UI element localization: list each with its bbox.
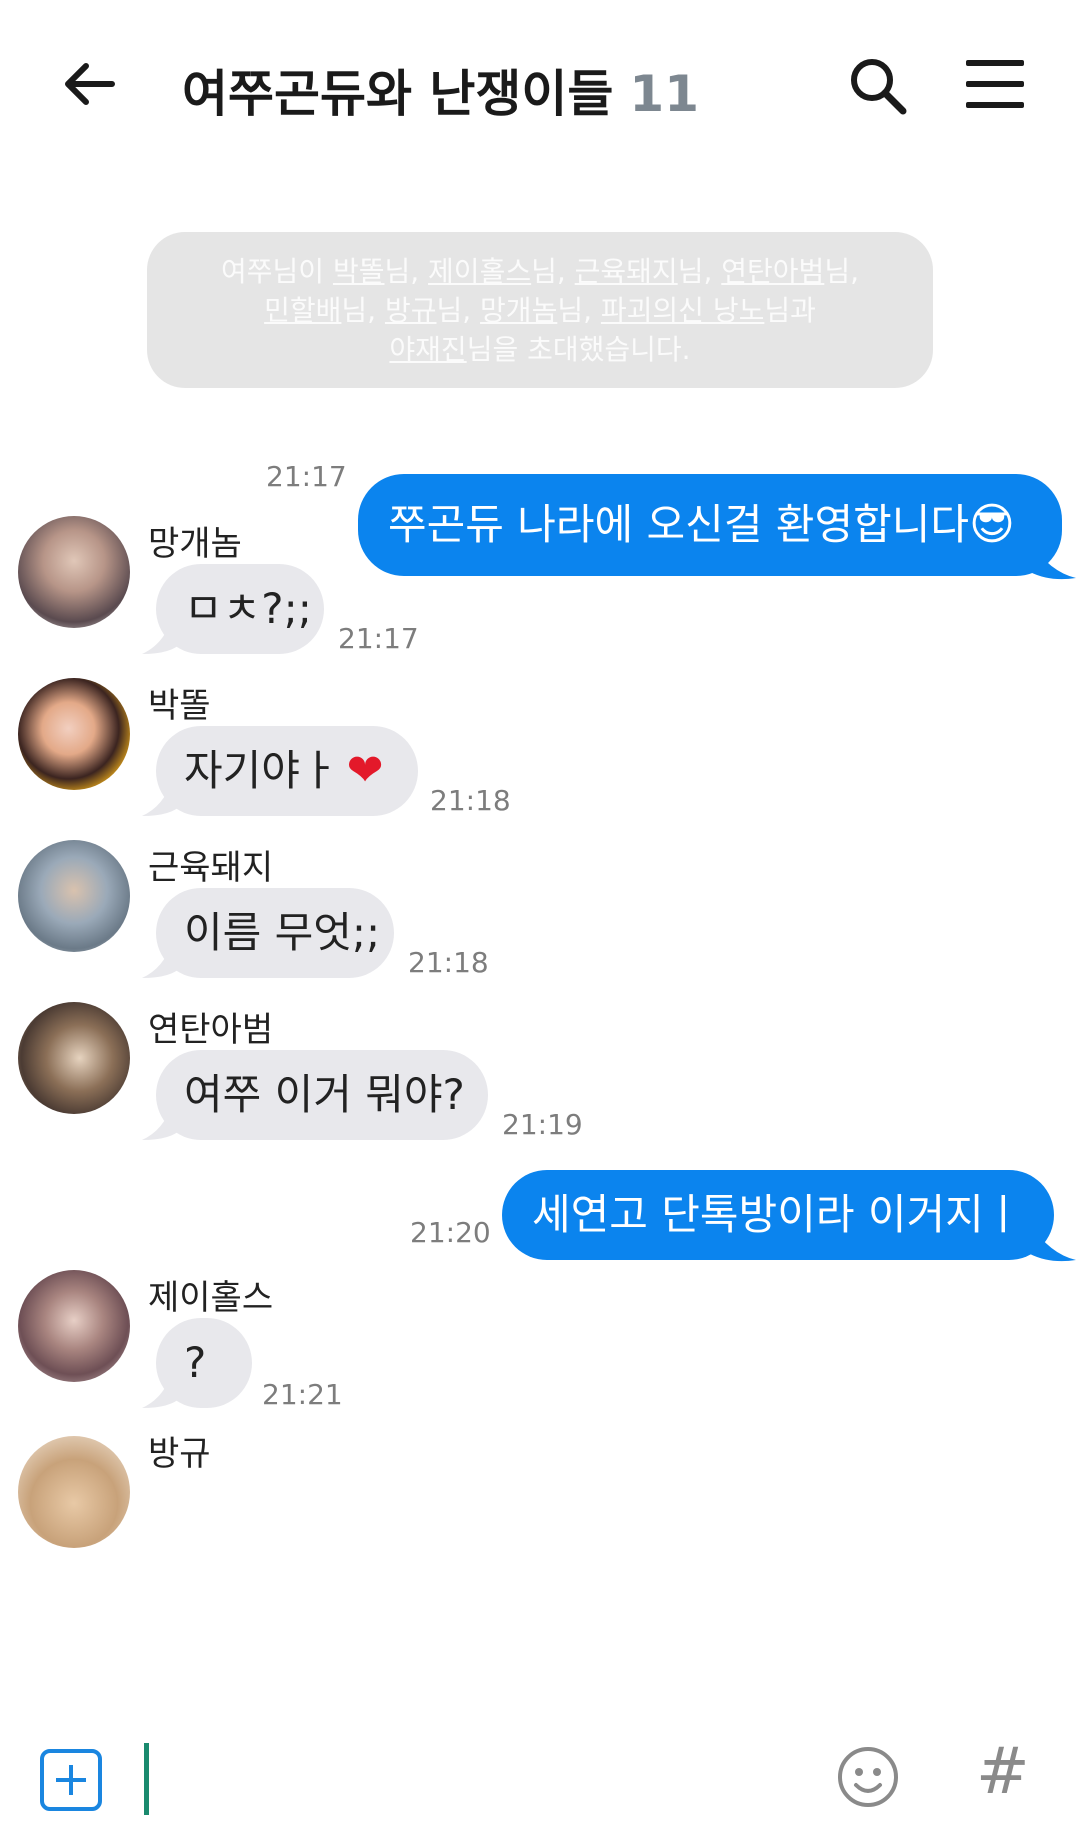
- text-cursor: [144, 1743, 149, 1815]
- invited-user-link[interactable]: 연탄아범: [721, 255, 824, 288]
- sender-name: 박똘: [148, 686, 211, 726]
- received-message-bubble[interactable]: 이름 무엇;;: [156, 888, 394, 978]
- sender-name: 제이홀스: [148, 1278, 274, 1318]
- avatar[interactable]: [18, 516, 130, 628]
- sender-name: 방규: [148, 1434, 211, 1474]
- message-text: 이름 무엇;;: [184, 908, 381, 957]
- message-time: 21:20: [410, 1216, 491, 1249]
- invited-user-link[interactable]: 야재진: [389, 333, 466, 366]
- system-text: 님,: [341, 294, 385, 327]
- chat-room-title: 여쭈곤듀와 난쟁이들 11: [182, 54, 699, 126]
- system-text: 님을 초대했습니다.: [466, 333, 691, 366]
- message-text: ㅁㅊ?;;: [184, 584, 312, 633]
- bubble-tail: [142, 618, 182, 654]
- plus-square-icon[interactable]: [40, 1749, 102, 1811]
- invited-user-link[interactable]: 근육돼지: [575, 255, 678, 288]
- bubble-tail: [1030, 1224, 1076, 1262]
- message-time: 21:17: [338, 622, 419, 655]
- invited-user-link[interactable]: 망개놈: [480, 294, 557, 327]
- message-time: 21:19: [502, 1108, 583, 1141]
- room-name: 여쭈곤듀와 난쟁이들: [182, 65, 614, 123]
- my-message-bubble[interactable]: 세연고 단톡방이라 이거지ㅣ: [502, 1170, 1054, 1260]
- avatar[interactable]: [18, 1002, 130, 1114]
- bubble-tail: [142, 1104, 182, 1140]
- sender-name: 근육돼지: [148, 848, 274, 888]
- avatar[interactable]: [18, 840, 130, 952]
- invited-user-link[interactable]: 파괴의신 낭노: [601, 294, 764, 327]
- message-text: 세연고 단톡방이라 이거지ㅣ: [532, 1190, 1023, 1239]
- avatar[interactable]: [18, 1436, 130, 1548]
- system-text: 님,: [824, 255, 859, 288]
- received-message-bubble[interactable]: 자기야ㅏ ❤: [156, 726, 418, 816]
- avatar[interactable]: [18, 678, 130, 790]
- message-text: ?: [184, 1338, 207, 1387]
- sender-name: 연탄아범: [148, 1010, 274, 1050]
- message-text: 쭈곤듀 나라에 오신걸 환영합니다: [388, 500, 970, 549]
- message-text: 여쭈 이거 뭐야?: [184, 1070, 465, 1119]
- message-time: 21:21: [262, 1378, 343, 1411]
- hashtag-icon[interactable]: #: [976, 1735, 1030, 1809]
- sunglasses-emoji: 😎: [969, 499, 1015, 550]
- system-text: 여쭈님이: [221, 255, 333, 288]
- avatar[interactable]: [18, 1270, 130, 1382]
- invited-user-link[interactable]: 박똘: [333, 255, 385, 288]
- message-input-bar: #: [0, 1705, 1080, 1848]
- bubble-tail: [142, 780, 182, 816]
- invited-user-link[interactable]: 민할배: [264, 294, 341, 327]
- invited-user-link[interactable]: 방규: [385, 294, 437, 327]
- my-message-bubble[interactable]: 쭈곤듀 나라에 오신걸 환영합니다 😎: [358, 474, 1062, 576]
- message-time: 21:18: [430, 784, 511, 817]
- message-time: 21:18: [408, 946, 489, 979]
- system-text: 님,: [436, 294, 481, 327]
- system-text: 님,: [531, 255, 575, 288]
- invited-user-link[interactable]: 제이홀스: [428, 255, 531, 288]
- sender-name: 망개놈: [148, 524, 242, 564]
- search-icon[interactable]: [848, 56, 908, 116]
- received-message-bubble[interactable]: 여쭈 이거 뭐야?: [156, 1050, 488, 1140]
- member-count: 11: [629, 65, 700, 123]
- smiley-icon[interactable]: [836, 1745, 900, 1809]
- system-text: 님,: [384, 255, 429, 288]
- message-input[interactable]: [152, 1741, 806, 1819]
- chat-header: 여쭈곤듀와 난쟁이들 11: [0, 0, 1080, 170]
- system-text: 님,: [557, 294, 601, 327]
- bubble-tail: [142, 942, 182, 978]
- back-arrow-icon[interactable]: [58, 52, 122, 116]
- bubble-tail: [142, 1372, 182, 1408]
- system-text: 님,: [677, 255, 722, 288]
- bubble-tail: [1030, 542, 1076, 580]
- hamburger-menu-icon[interactable]: [966, 60, 1024, 110]
- system-text: 님과: [764, 294, 816, 327]
- message-text: 자기야ㅏ: [184, 746, 339, 795]
- system-invite-message: 여쭈님이 박똘님, 제이홀스님, 근육돼지님, 연탄아범님, 민할배님, 방규님,…: [147, 232, 933, 388]
- message-list[interactable]: 여쭈님이 박똘님, 제이홀스님, 근육돼지님, 연탄아범님, 민할배님, 방규님,…: [0, 170, 1080, 1705]
- message-time: 21:17: [266, 460, 347, 493]
- heart-emoji: ❤: [346, 745, 384, 796]
